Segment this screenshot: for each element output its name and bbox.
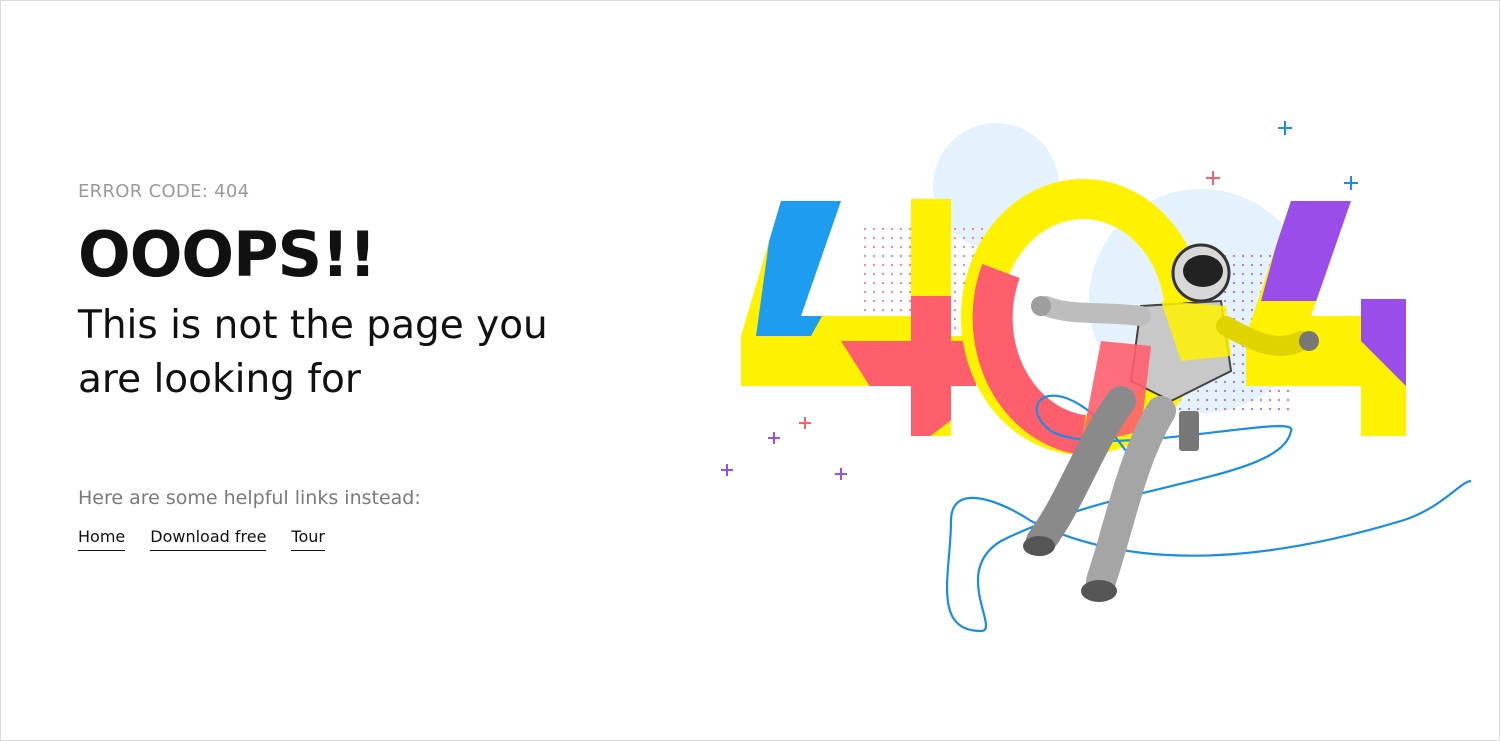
page-frame: ERROR CODE: 404 OOOPS!! This is not the … — [0, 0, 1500, 741]
page-title: OOOPS!! — [78, 218, 377, 291]
link-home[interactable]: Home — [78, 527, 126, 551]
page-subtitle: This is not the page you are looking for — [78, 303, 548, 402]
helpful-links-intro: Here are some helpful links instead: — [78, 487, 421, 509]
link-tour[interactable]: Tour — [291, 527, 325, 551]
helpful-links: Home Download free Tour — [78, 527, 638, 551]
404-illustration — [701, 101, 1481, 661]
message-panel: ERROR CODE: 404 OOOPS!! This is not the … — [78, 179, 638, 551]
link-download-free[interactable]: Download free — [150, 527, 267, 551]
error-code-label: ERROR CODE: 404 — [78, 181, 250, 202]
